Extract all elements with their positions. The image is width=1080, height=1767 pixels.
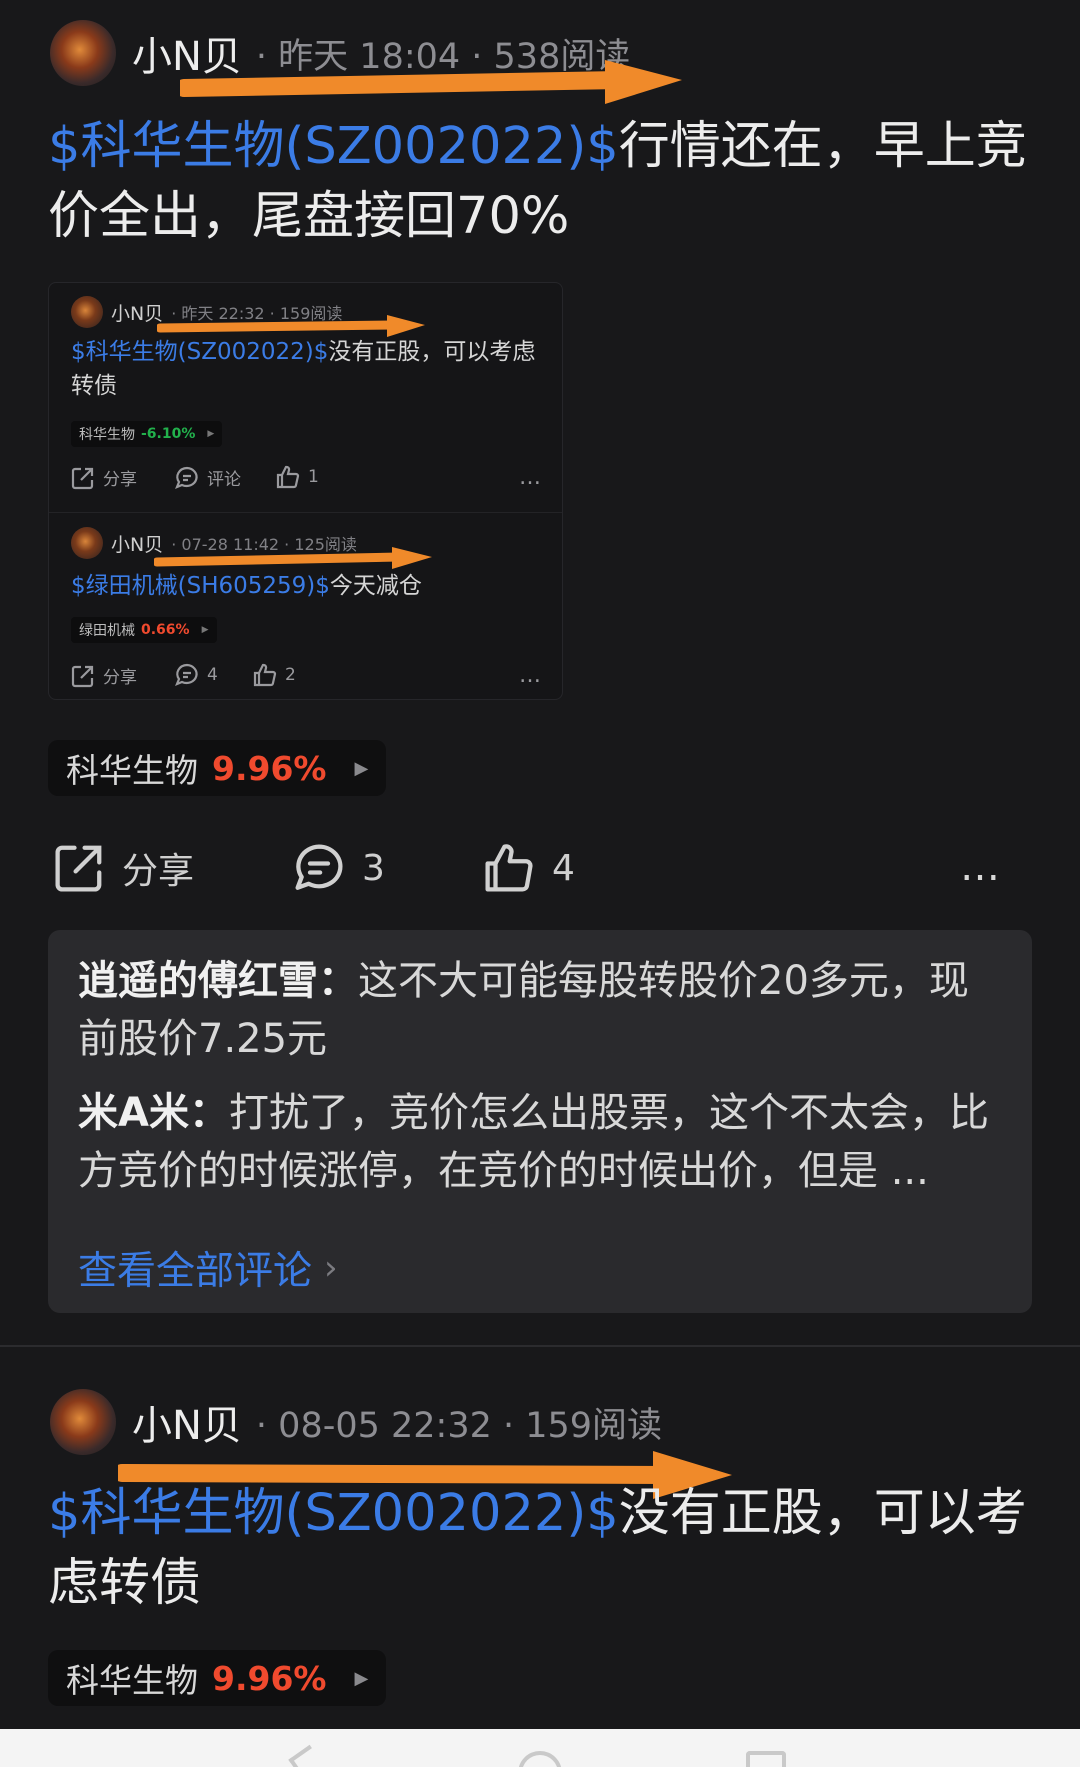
stock-change: 9.96%	[212, 748, 327, 788]
stock-chip[interactable]: 科华生物 9.96% ▶	[48, 740, 387, 796]
stock-change: 0.66%	[141, 622, 190, 638]
triangle-right-icon: ▶	[354, 1667, 369, 1689]
view-all-comments-link[interactable]: 查看全部评论 ›	[78, 1240, 338, 1296]
post-body: 今天减仓	[329, 573, 422, 599]
like-button[interactable]: 4	[482, 838, 575, 898]
post-text: $科华生物(SZ002022)$没有正股，可以考虑转债	[48, 1479, 1028, 1619]
avatar	[71, 527, 103, 559]
share-label: 分享	[103, 470, 137, 490]
comment-item[interactable]: 米A米：打扰了，竞价怎么出股票，这个不太会，比方竞价的时候涨停，在竞价的时候出价…	[78, 1084, 1002, 1200]
post-header: 小N贝 · 08-05 22:32 · 159阅读	[50, 1389, 662, 1455]
thumbs-up-icon	[253, 663, 277, 687]
comment-count: 4	[207, 665, 218, 685]
stock-name: 科华生物	[79, 427, 135, 443]
like-count: 1	[308, 467, 319, 487]
like-count: 4	[552, 847, 575, 889]
chevron-right-icon: ›	[324, 1248, 338, 1288]
post-meta: · 08-05 22:32 · 159阅读	[255, 1405, 663, 1446]
share-icon	[71, 467, 94, 489]
triangle-right-icon: ▶	[354, 757, 369, 779]
stock-name: 绿田机械	[79, 623, 135, 639]
stock-cashtag-link[interactable]: $科华生物(SZ002022)$	[48, 117, 619, 176]
avatar[interactable]	[50, 1389, 116, 1455]
post-text: $科华生物(SZ002022)$行情还在，早上竞价全出，尾盘接回70%	[48, 112, 1028, 252]
like-action: 1	[276, 465, 319, 489]
recents-nav-icon[interactable]	[746, 1751, 786, 1767]
comment-button[interactable]: 3	[292, 838, 385, 898]
share-action: 分享	[71, 465, 137, 490]
embedded-post: 小N贝 · 昨天 22:32 · 159阅读 $科华生物(SZ002022)$没…	[49, 283, 562, 513]
back-nav-icon[interactable]	[288, 1744, 318, 1767]
share-action: 分享	[71, 663, 137, 688]
comment-preview-box[interactable]: 逍遥的傅红雪：这不大可能每股转股价20多元，现前股价7.25元 米A米：打扰了，…	[48, 930, 1032, 1313]
view-all-label: 查看全部评论	[78, 1249, 313, 1294]
stock-cashtag-link: $绿田机械(SH605259)$	[71, 573, 330, 599]
share-label: 分享	[103, 668, 137, 688]
like-action: 2	[253, 663, 296, 687]
post-card[interactable]: 小N贝 · 08-05 22:32 · 159阅读 $科华生物(SZ002022…	[0, 1345, 1080, 1730]
embedded-post: 小N贝 · 07-28 11:42 · 125阅读 $绿田机械(SH605259…	[49, 513, 562, 699]
comment-icon	[295, 844, 343, 890]
stock-name: 科华生物	[66, 751, 198, 790]
more-icon: …	[519, 663, 541, 688]
triangle-right-icon: ▶	[207, 429, 215, 439]
stock-chip: 科华生物 -6.10% ▶	[71, 421, 223, 447]
avatar	[71, 296, 103, 328]
stock-name: 科华生物	[66, 1661, 198, 1700]
comment-icon	[175, 466, 198, 489]
stock-chip: 绿田机械 0.66% ▶	[71, 617, 217, 643]
comment-action: 4	[175, 663, 218, 687]
share-icon	[71, 665, 94, 687]
comment-action: 评论	[175, 465, 241, 490]
stock-cashtag-link: $科华生物(SZ002022)$	[71, 339, 329, 365]
triangle-right-icon: ▶	[201, 625, 209, 635]
share-button[interactable]: 分享	[52, 838, 194, 898]
username[interactable]: 小N贝	[132, 1393, 242, 1451]
stock-change: 9.96%	[212, 1658, 327, 1698]
comment-count: 3	[362, 847, 385, 889]
embedded-actions: 分享 4 2 …	[71, 663, 541, 693]
stock-cashtag-link[interactable]: $科华生物(SZ002022)$	[48, 1484, 619, 1543]
stock-chip[interactable]: 科华生物 9.96% ▶	[48, 1650, 387, 1706]
comment-icon	[175, 663, 198, 686]
avatar[interactable]	[50, 20, 116, 86]
username: 小N贝	[111, 302, 164, 325]
share-icon	[55, 845, 102, 892]
embedded-actions: 分享 评论 1 …	[71, 465, 541, 495]
embedded-text: $科华生物(SZ002022)$没有正股，可以考虑转债	[71, 335, 541, 403]
thumbs-up-icon	[485, 844, 533, 892]
comment-label: 评论	[207, 470, 241, 490]
post-actions: 分享 3 4 …	[52, 838, 1032, 898]
more-options-icon[interactable]: …	[960, 844, 1002, 890]
embedded-screenshot: 小N贝 · 昨天 22:32 · 159阅读 $科华生物(SZ002022)$没…	[48, 282, 563, 700]
system-navigation-bar	[0, 1729, 1080, 1767]
more-icon: …	[519, 465, 541, 490]
comment-item[interactable]: 逍遥的傅红雪：这不大可能每股转股价20多元，现前股价7.25元	[78, 952, 1002, 1068]
thumbs-up-icon	[276, 465, 300, 489]
comment-author[interactable]: 逍遥的傅红雪：	[78, 958, 358, 1004]
like-count: 2	[285, 665, 296, 685]
post-card[interactable]: 小N贝 · 昨天 18:04 · 538阅读 $科华生物(SZ002022)$行…	[0, 0, 1080, 1345]
embedded-text: $绿田机械(SH605259)$今天减仓	[71, 569, 541, 603]
home-nav-icon[interactable]	[518, 1751, 562, 1767]
annotation-arrow	[180, 60, 682, 104]
stock-change: -6.10%	[141, 426, 196, 442]
comment-author[interactable]: 米A米：	[78, 1090, 229, 1136]
share-label: 分享	[122, 851, 195, 892]
